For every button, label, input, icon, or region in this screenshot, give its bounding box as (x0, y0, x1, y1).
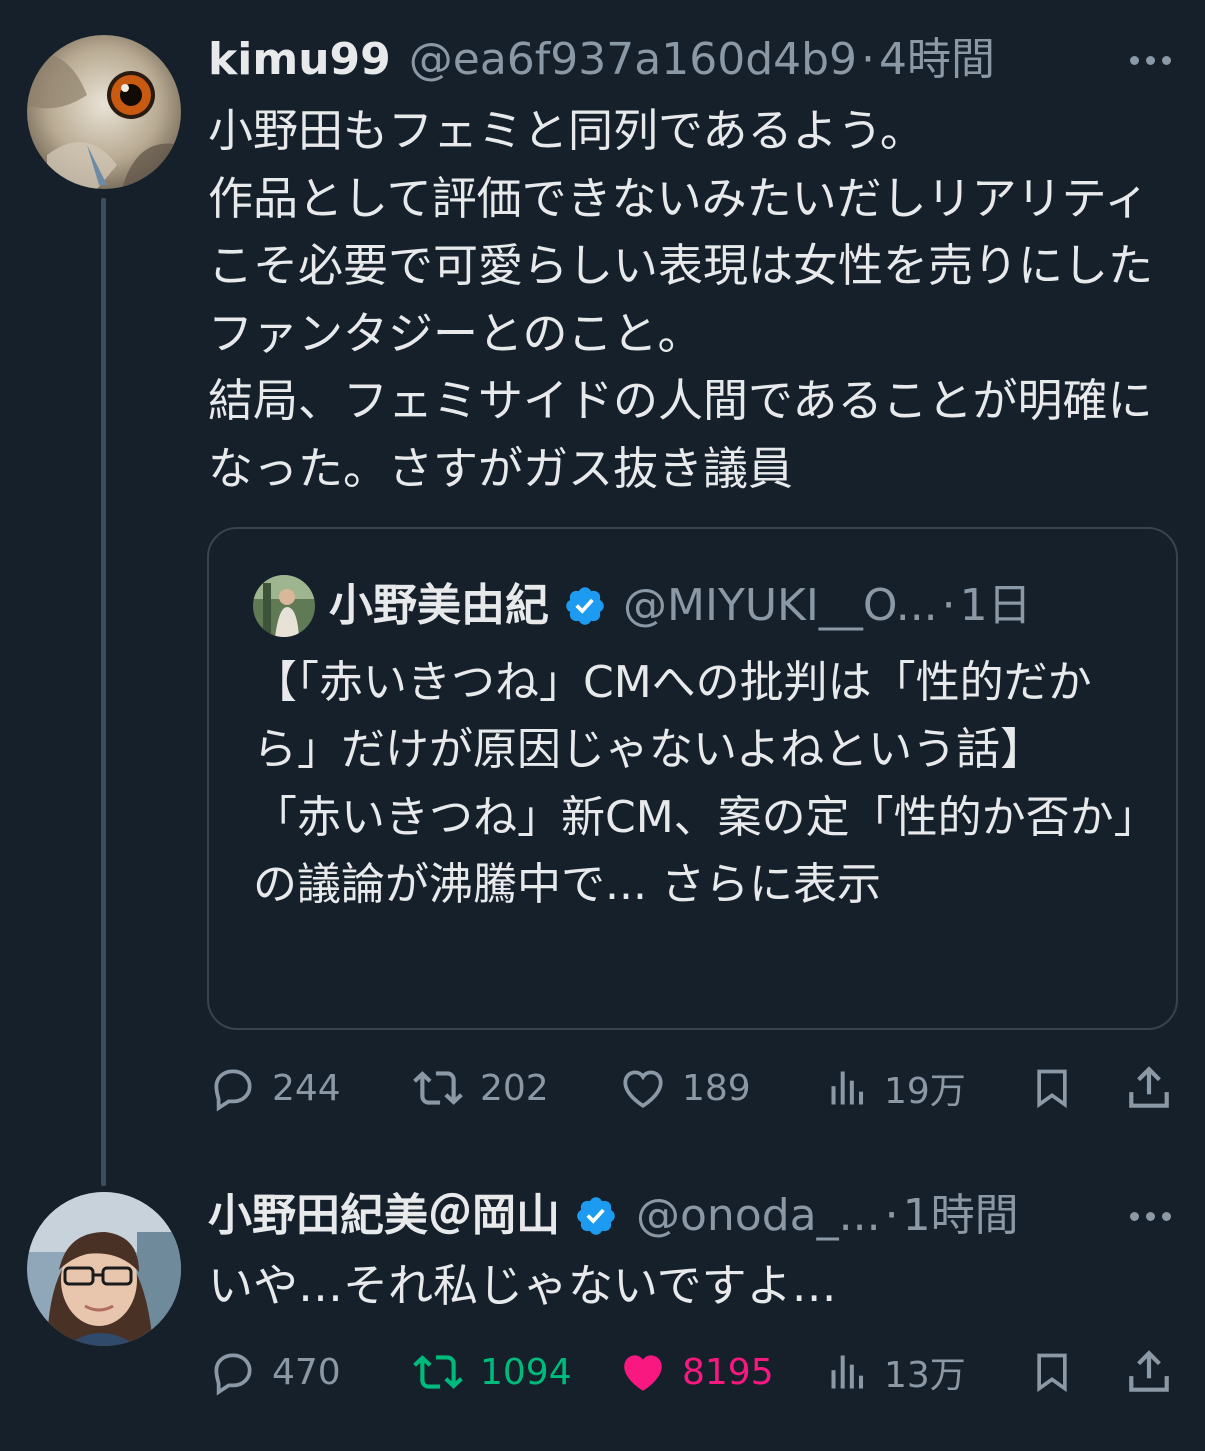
user-avatar-woman-avatar[interactable] (27, 1192, 181, 1346)
verified-badge-icon (566, 587, 604, 625)
tweet-text: いや…それ私じゃないですよ… (208, 1259, 837, 1312)
tweet-header: 小野田紀美＠岡山 @onoda_... · 1時間 (208, 1190, 1019, 1242)
reply-count: 244 (272, 1067, 341, 1109)
quoted-user-handle[interactable]: @MIYUKI__O... (623, 578, 938, 634)
tweet-action-bar: 244 202 189 19万 (208, 1058, 1178, 1118)
share-icon (1129, 1350, 1169, 1392)
owl-avatar-icon (27, 35, 181, 189)
bookmark-button[interactable] (1030, 1058, 1074, 1118)
retweet-button[interactable]: 202 (410, 1058, 549, 1118)
woman-avatar-icon (27, 1192, 181, 1346)
user-avatar-owl-avatar[interactable] (27, 35, 181, 189)
tweet-header: kimu99 @ea6f937a160d4b9 · 4時間 (208, 34, 995, 86)
view-count: 13万 (884, 1355, 966, 1396)
quoted-tweet-text: 【「赤いきつね」CMへの批判は「性的だから」だけが原因じゃないよねという話】 「… (253, 649, 1153, 919)
analytics-bar-icon (831, 1355, 864, 1389)
like-count: 189 (682, 1067, 751, 1109)
quoted-timestamp: 1日 (959, 580, 1032, 631)
like-button[interactable]: 189 (618, 1058, 751, 1118)
reply-button[interactable]: 470 (208, 1342, 341, 1402)
quoted-display-name[interactable]: 小野美由紀 (329, 578, 549, 634)
retweet-count: 1094 (480, 1351, 572, 1393)
bookmark-button[interactable] (1030, 1342, 1074, 1402)
share-button[interactable] (1124, 1342, 1174, 1402)
show-more-link[interactable]: さらに表示 (661, 859, 881, 910)
bookmark-icon (1037, 1353, 1067, 1393)
separator-dot: · (861, 34, 876, 85)
timeline-thread: kimu99 @ea6f937a160d4b9 · 4時間 小野田もフェミと同列… (0, 0, 1205, 1451)
quoted-user-avatar (253, 575, 315, 637)
reply-icon (214, 1353, 252, 1396)
share-button[interactable] (1124, 1058, 1174, 1118)
reply-button[interactable]: 244 (208, 1058, 341, 1118)
tweet-action-bar: 470 1094 8195 13万 (208, 1342, 1178, 1402)
retweet-icon (413, 1355, 463, 1389)
display-name[interactable]: kimu99 (208, 34, 391, 86)
timestamp[interactable]: 1時間 (903, 1190, 1019, 1242)
quoted-tweet-card[interactable]: 小野美由紀 @MIYUKI__O... · 1日 【「赤いきつね」CMへの批判は… (207, 527, 1178, 1030)
heart-filled-icon (624, 1355, 662, 1391)
timestamp[interactable]: 4時間 (879, 34, 995, 86)
views-button[interactable]: 19万 (826, 1058, 966, 1118)
view-count: 19万 (884, 1071, 966, 1112)
retweet-button[interactable]: 1094 (410, 1342, 572, 1402)
analytics-bar-icon (831, 1071, 864, 1105)
heart-icon (623, 1070, 663, 1108)
separator-dot: · (941, 580, 956, 631)
like-count: 8195 (682, 1351, 774, 1393)
display-name[interactable]: 小野田紀美＠岡山 (208, 1190, 560, 1242)
user-handle[interactable]: @ea6f937a160d4b9 (409, 34, 857, 86)
reply-icon (214, 1069, 252, 1112)
views-button[interactable]: 13万 (826, 1342, 966, 1402)
retweet-count: 202 (480, 1067, 549, 1109)
separator-dot: · (884, 1190, 899, 1241)
user-handle[interactable]: @onoda_... (636, 1190, 881, 1242)
share-icon (1129, 1066, 1169, 1108)
more-options-icon[interactable] (1130, 1212, 1171, 1221)
verified-badge-icon (577, 1197, 615, 1235)
more-options-icon[interactable] (1130, 56, 1171, 65)
person-photo-avatar-icon (253, 575, 315, 637)
reply-count: 470 (272, 1351, 341, 1393)
retweet-icon (413, 1071, 463, 1105)
bookmark-icon (1037, 1069, 1067, 1109)
tweet-text: 小野田もフェミと同列であるよう。 作品として評価できないみたいだしリアリティこそ… (208, 104, 1154, 495)
like-button[interactable]: 8195 (618, 1342, 774, 1402)
thread-connector-line (101, 198, 106, 1186)
quoted-tweet-header: 小野美由紀 @MIYUKI__O... · 1日 (253, 575, 1032, 637)
